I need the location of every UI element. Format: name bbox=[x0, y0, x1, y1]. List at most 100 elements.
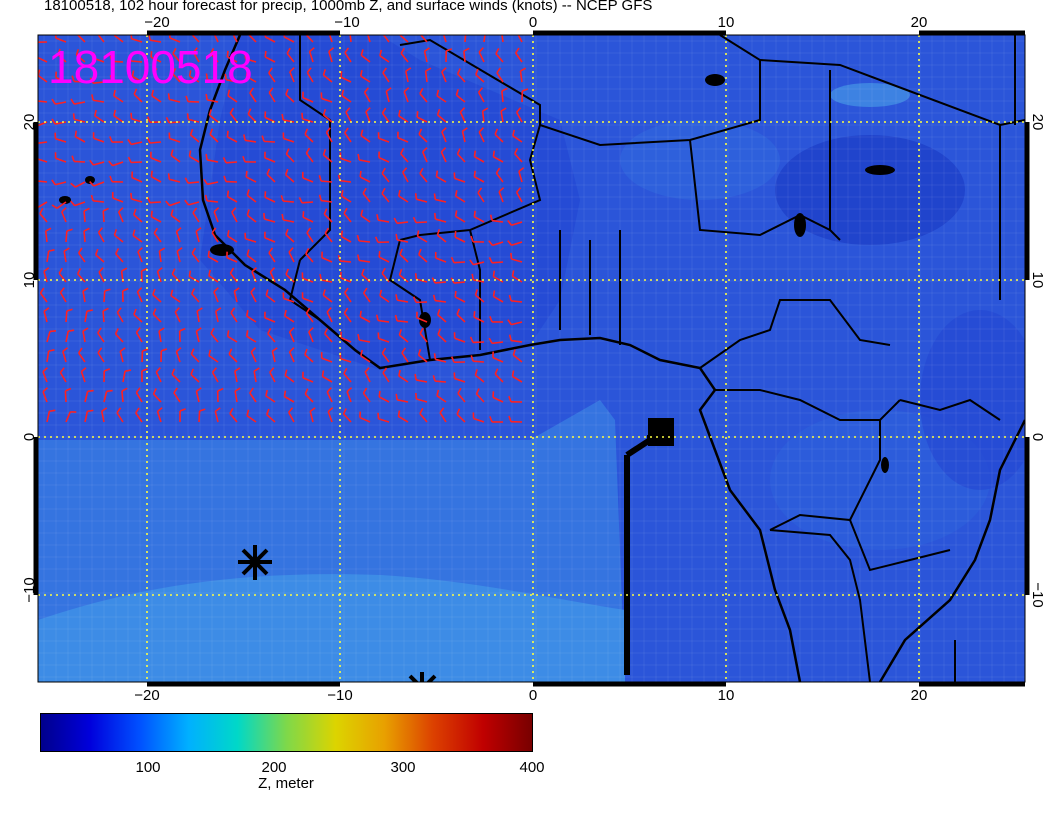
wind-barb-feather bbox=[77, 29, 79, 35]
wind-barb-feather bbox=[106, 389, 113, 393]
wind-barb-shaft bbox=[358, 240, 371, 243]
wind-barb-shaft bbox=[434, 281, 447, 284]
x-tick-label: 0 bbox=[529, 687, 537, 704]
wind-barb-shaft bbox=[130, 161, 143, 164]
wind-barb-shaft bbox=[491, 261, 504, 264]
y-tick-label: 20 bbox=[21, 114, 38, 131]
x-tick-label: −20 bbox=[134, 687, 159, 704]
wind-barb-feather bbox=[466, 29, 472, 31]
wind-barb-feather bbox=[485, 30, 491, 31]
wind-barb-shaft bbox=[339, 260, 352, 263]
wind-barb-feather bbox=[395, 233, 398, 241]
wind-barb-feather bbox=[378, 250, 381, 258]
wind-barb-feather bbox=[367, 28, 372, 32]
wind-barb-shaft bbox=[464, 35, 467, 43]
wind-barb-feather bbox=[511, 370, 515, 377]
wind-barb-feather bbox=[113, 35, 116, 36]
wind-barb-feather bbox=[68, 329, 75, 333]
wind-barb-shaft bbox=[453, 281, 466, 284]
wind-barb-shaft bbox=[463, 50, 466, 63]
wind-barb-feather bbox=[414, 193, 418, 200]
y-tick-label: −10 bbox=[1029, 582, 1046, 607]
wind-barb-shaft bbox=[149, 141, 162, 144]
wind-barb-feather bbox=[454, 290, 457, 298]
wind-barb-feather bbox=[454, 231, 457, 238]
wind-barb-feather bbox=[443, 28, 448, 32]
wind-barb-feather bbox=[186, 113, 190, 120]
wind-barb-feather bbox=[87, 409, 94, 413]
wind-barb-feather bbox=[97, 28, 100, 33]
wind-barb-shaft bbox=[282, 200, 295, 203]
wind-barb-feather bbox=[34, 95, 36, 101]
wind-barb-shaft bbox=[320, 180, 333, 183]
wind-barb-feather bbox=[517, 28, 521, 33]
wind-barb-feather bbox=[414, 273, 418, 280]
wind-barb-feather bbox=[395, 393, 399, 400]
x-axis-bottom: −20 −10 0 10 20 bbox=[134, 687, 927, 704]
colorbar-tick-label: 400 bbox=[519, 759, 545, 776]
x-tick-label: 20 bbox=[911, 14, 928, 31]
wind-barb-feather bbox=[492, 290, 496, 297]
wind-barb-feather bbox=[49, 409, 56, 413]
wind-barb-feather bbox=[416, 111, 419, 118]
wind-barb-feather bbox=[414, 373, 417, 381]
wind-barb-feather bbox=[382, 28, 385, 33]
date-stamp: 18100518 bbox=[48, 41, 253, 93]
wind-barb-feather bbox=[226, 330, 230, 337]
wind-barb-feather bbox=[359, 170, 362, 178]
wind-barb-feather bbox=[357, 153, 360, 161]
wind-barb-feather bbox=[86, 309, 93, 312]
y-tick-label: 20 bbox=[1029, 114, 1046, 131]
x-tick-label: 20 bbox=[911, 687, 928, 704]
wind-barb-feather bbox=[34, 37, 36, 43]
wind-barb-feather bbox=[400, 35, 401, 36]
wind-barb-shaft bbox=[65, 230, 68, 243]
wind-barb-shaft bbox=[65, 310, 68, 323]
wind-barb-shaft bbox=[415, 221, 428, 224]
map-plot-area: 18100518 bbox=[34, 28, 1025, 682]
wind-barb-shaft bbox=[83, 230, 86, 243]
wind-barb-feather bbox=[435, 170, 439, 177]
x-tick-label: 0 bbox=[529, 14, 537, 31]
wind-barb-feather bbox=[226, 230, 230, 237]
wind-barb-shaft bbox=[102, 310, 105, 323]
wind-barb-feather bbox=[150, 210, 153, 217]
wind-barb-feather bbox=[245, 330, 249, 337]
wind-barb-shaft bbox=[198, 410, 201, 423]
wind-barb-feather bbox=[319, 273, 322, 281]
wind-barb-feather bbox=[167, 93, 171, 100]
wind-barb-feather bbox=[205, 153, 208, 161]
wind-barb-shaft bbox=[453, 261, 466, 264]
wind-barb-feather bbox=[433, 193, 437, 200]
wind-barb-shaft bbox=[121, 390, 124, 403]
wind-barb-feather bbox=[188, 150, 192, 157]
wind-barb-feather bbox=[283, 390, 287, 397]
colorbar-unit-label: Z, meter bbox=[258, 775, 314, 792]
wind-barb-feather bbox=[473, 210, 476, 217]
wind-barb-feather bbox=[205, 93, 208, 101]
wind-barb-shaft bbox=[64, 390, 67, 403]
wind-barb-shaft bbox=[73, 160, 86, 163]
wind-barb-feather bbox=[72, 113, 76, 120]
wind-barb-feather bbox=[340, 190, 344, 197]
y-tick-label: 10 bbox=[21, 272, 38, 289]
wind-barb-feather bbox=[378, 390, 381, 397]
x-tick-label: −10 bbox=[334, 14, 359, 31]
y-tick-label: 0 bbox=[1029, 433, 1046, 441]
wind-barb-feather bbox=[473, 170, 476, 177]
forecast-map: 18100518 −20 −10 0 10 20 −20 −10 0 10 20… bbox=[21, 14, 1046, 704]
wind-barb-feather bbox=[188, 270, 192, 277]
wind-barb-feather bbox=[473, 311, 476, 318]
wind-barb-feather bbox=[433, 353, 437, 360]
wind-barb-feather bbox=[492, 270, 496, 277]
wind-barb-feather bbox=[511, 270, 515, 277]
wind-barb-feather bbox=[416, 230, 420, 237]
wind-barb-feather bbox=[492, 150, 496, 157]
x-tick-label: 10 bbox=[718, 14, 735, 31]
wind-barb-feather bbox=[434, 213, 437, 220]
wind-barb-feather bbox=[74, 130, 78, 137]
wind-barb-feather bbox=[124, 369, 132, 372]
x-tick-label: −20 bbox=[144, 14, 169, 31]
wind-barb-feather bbox=[226, 190, 230, 197]
colorbar-tick-label: 200 bbox=[261, 759, 287, 776]
